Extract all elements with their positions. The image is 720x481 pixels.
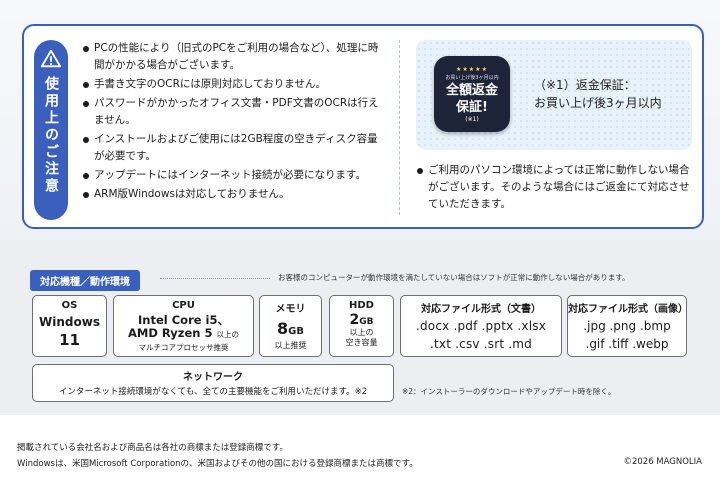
cpu-value-2: AMD Ryzen 5 [128,326,213,340]
memory-value-line: 8GB [260,319,321,338]
hdd-note-2: 空き容量 [345,338,378,347]
os-value: Windows [39,315,100,329]
list-item: 手書き文字のOCRには原則対応しておりません。 [82,76,382,93]
guarantee-desc-line2: お買い上げ後3ヶ月以内 [534,96,662,110]
caution-label: 使用上のご注意 [34,40,68,220]
doc-formats-label: 対応ファイル形式（文書） [421,304,541,315]
guarantee-panel: ★★★★★ お買い上げ後3ヶ月以内 全額返金 保証! (※1) （※1）返金保証… [416,40,692,150]
specs-section: 対応機種／動作環境 お客様のコンピューターが動作環境を満たしていない場合はソフト… [0,240,720,415]
memory-note: 以上推奨 [274,341,307,350]
image-formats-spec: 対応ファイル形式（画像） .jpg .png .bmp .gif .tiff .… [567,295,688,357]
hdd-value: 2 [349,312,360,328]
cpu-value-2-suffix: 以上の [216,330,239,339]
hdd-spec: HDD 2GB 以上の 空き容量 [329,295,394,357]
list-item: パスワードがかかったオフィス文書・PDF文書のOCRは行えません。 [82,95,382,129]
cpu-spec: CPU Intel Core i5、 AMD Ryzen 5 以上の マルチコア… [113,295,254,357]
trademark-note: 掲載されている会社名および商品名は各社の商標または登録商標です。 [17,443,288,453]
badge-title-1: 全額返金 [445,82,498,98]
guarantee-desc-line1: （※1）返金保証： [534,78,636,92]
windows-trademark-note: Windowsは、米国Microsoft Corporationの、米国およびそ… [17,459,418,469]
footer: 掲載されている会社名および商品名は各社の商標または登録商標です。 Windows… [0,415,720,481]
hdd-unit: GB [359,317,374,327]
caution-notes: PCの性能により（旧式のPCをご利用の場合など）、処理に時間がかかる場合がござい… [82,40,382,205]
guarantee-description: （※1）返金保証： お買い上げ後3ヶ月以内 [534,76,662,112]
warning-icon [40,49,62,68]
divider [160,278,270,279]
image-formats-row-2: .gif .tiff .webp [585,337,669,351]
caution-card: 使用上のご注意 PCの性能により（旧式のPCをご利用の場合など）、処理に時間がか… [22,24,704,229]
hdd-note-1: 以上の [349,328,374,337]
environment-note: ご利用のパソコン環境によっては正常に動作しない場合がございます。そのような場合に… [416,162,698,213]
hdd-label: HDD [349,300,374,311]
refund-guarantee-badge: ★★★★★ お買い上げ後3ヶ月以内 全額返金 保証! (※1) [434,56,510,132]
memory-unit: GB [288,326,304,337]
specs-header: 対応機種／動作環境 [30,270,140,291]
specs-caption: お客様のコンピューターが動作環境を満たしていない場合はソフトが正常に動作しない場… [278,273,630,282]
network-value: インターネット接続環境がなくても、全ての主要機能をご利用いただけます。※2 [58,387,368,397]
doc-formats-row-1: .docx .pdf .pptx .xlsx [415,319,547,333]
os-label: OS [61,300,78,311]
doc-formats-row-2: .txt .csv .srt .md [430,337,532,351]
badge-period: お買い上げ後3ヶ月以内 [445,74,499,81]
os-spec: OS Windows 11 [32,295,107,357]
cpu-value-2-line: AMD Ryzen 5 以上の [114,327,253,341]
cpu-value-3: マルチコアプロセッサ推奨 [138,343,229,352]
cpu-label: CPU [172,300,195,311]
badge-note: (※1) [465,115,479,123]
os-version: 11 [59,331,80,349]
image-formats-row-1: .jpg .png .bmp [583,319,671,333]
memory-value: 8 [277,319,289,338]
network-label: ネットワーク [183,372,243,383]
list-item: ARM版Windowsは対応しておりません。 [82,186,382,203]
network-spec: ネットワーク インターネット接続環境がなくても、全ての主要機能をご利用いただけま… [32,364,394,402]
hdd-value-line: 2GB [330,312,393,328]
badge-title-2: 保証! [456,99,488,115]
image-formats-label: 対応ファイル形式（画像） [568,304,688,315]
copyright: ©2026 MAGNOLIA [623,457,702,467]
memory-spec: メモリ 8GB 以上推奨 [259,295,322,357]
list-item: PCの性能により（旧式のPCをご利用の場合など）、処理に時間がかかる場合がござい… [82,40,382,74]
list-item: インストールおよびご使用には2GB程度の空きディスク容量が必要です。 [82,131,382,165]
memory-label: メモリ [275,304,306,315]
badge-stars: ★★★★★ [456,65,488,73]
network-footnote: ※2：インストーラーのダウンロードやアップデート時を除く。 [402,387,616,396]
caution-title: 使用上のご注意 [43,76,59,195]
caution-section: 使用上のご注意 PCの性能により（旧式のPCをご利用の場合など）、処理に時間がか… [0,0,720,240]
doc-formats-spec: 対応ファイル形式（文書） .docx .pdf .pptx .xlsx .txt… [400,295,562,357]
divider [399,40,400,215]
list-item: アップデートにはインターネット接続が必要になります。 [82,167,382,184]
